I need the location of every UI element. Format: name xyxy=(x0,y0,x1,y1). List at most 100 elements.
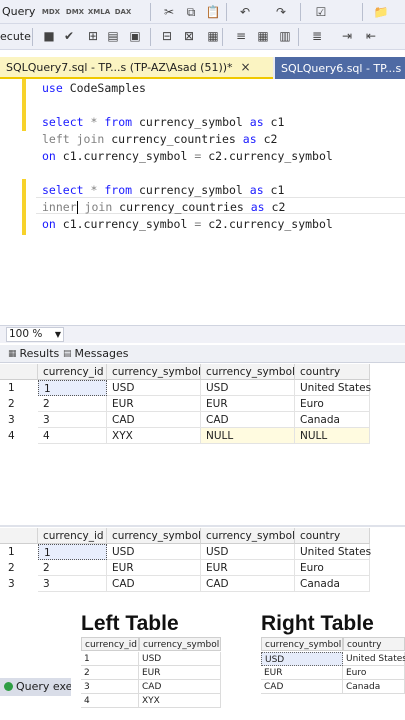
table-row[interactable]: 3 3 CAD CAD Canada xyxy=(0,576,370,592)
results-tabs: ▦ Results ▤ Messages xyxy=(0,345,405,363)
grid-cell[interactable]: 1 xyxy=(38,380,107,396)
intellisense-icon[interactable]: ▣ xyxy=(126,27,144,45)
results-to-text-icon[interactable]: ≡ xyxy=(232,27,250,45)
row-number[interactable]: 1 xyxy=(4,380,34,396)
grid-cell[interactable]: Canada xyxy=(295,412,370,428)
dmx-query-icon[interactable]: DMX xyxy=(66,3,84,21)
folder-icon[interactable]: 📁 xyxy=(372,3,390,21)
mini-column-header: currency_symbol xyxy=(139,637,221,651)
grid-cell[interactable]: 3 xyxy=(38,576,107,592)
close-tab-icon[interactable]: × xyxy=(241,60,251,74)
grid-cell[interactable]: CAD xyxy=(201,576,295,592)
tab-messages[interactable]: ▤ Messages xyxy=(63,347,128,360)
zoom-select[interactable]: 100 % ▼ xyxy=(6,327,64,342)
paste-icon[interactable]: 📋 xyxy=(204,3,222,21)
grid-cell[interactable]: Euro xyxy=(295,560,370,576)
grid-cell[interactable]: CAD xyxy=(201,412,295,428)
grid-cell[interactable]: NULL xyxy=(295,428,370,444)
query-designer-icon[interactable]: ▤ xyxy=(104,27,122,45)
grid-cell[interactable]: 4 xyxy=(38,428,107,444)
grid-cell[interactable]: 2 xyxy=(38,396,107,412)
grid-cell[interactable]: CAD xyxy=(107,576,201,592)
live-stats-icon[interactable]: ⊠ xyxy=(180,27,198,45)
mini-cell: EUR xyxy=(261,666,343,680)
grid-cell[interactable]: EUR xyxy=(107,396,201,412)
row-number[interactable]: 4 xyxy=(4,428,34,444)
xmla-query-icon[interactable]: XMLA xyxy=(88,3,110,21)
grid-corner[interactable] xyxy=(0,364,38,380)
grid-splitter[interactable] xyxy=(0,525,405,527)
tab-sqlquery7[interactable]: SQLQuery7.sql - TP...s (TP-AZ\Asad (51))… xyxy=(0,57,273,79)
column-header[interactable]: currency_symbol xyxy=(201,364,295,380)
toolbar-separator xyxy=(32,28,33,46)
tab-sqlquery6[interactable]: SQLQuery6.sql - TP...s (TP- xyxy=(275,57,405,79)
table-row[interactable]: 1 1 USD USD United States xyxy=(0,544,371,560)
code-line: select * from currency_symbol as c1 xyxy=(42,183,284,197)
query-editor[interactable]: use CodeSamples select * from currency_sy… xyxy=(0,79,405,325)
results-to-file-icon[interactable]: ▥ xyxy=(276,27,294,45)
execute-button[interactable]: ecute xyxy=(0,30,31,43)
grid-cell[interactable]: NULL xyxy=(201,428,295,444)
column-header[interactable]: currency_symbol xyxy=(201,528,295,544)
code-line: inner join currency_countries as c2 xyxy=(42,200,285,214)
grid-cell[interactable]: USD xyxy=(107,380,201,396)
copy-icon[interactable]: ⧉ xyxy=(182,3,200,21)
table-row[interactable]: 2 2 EUR EUR Euro xyxy=(0,560,370,576)
column-header[interactable]: currency_id xyxy=(38,364,107,380)
document-tabs: SQLQuery7.sql - TP...s (TP-AZ\Asad (51))… xyxy=(0,57,405,79)
column-header[interactable]: currency_id xyxy=(38,528,107,544)
column-header[interactable]: currency_symbol xyxy=(107,528,201,544)
column-header[interactable]: country xyxy=(295,528,370,544)
table-row[interactable]: 4 4 XYX NULL NULL xyxy=(0,428,370,444)
undo-icon[interactable]: ↶ xyxy=(236,3,254,21)
toolbar-separator xyxy=(300,3,301,21)
grid-cell[interactable]: 3 xyxy=(38,412,107,428)
grid-cell[interactable]: 1 xyxy=(38,544,107,560)
grid-cell[interactable]: 2 xyxy=(38,560,107,576)
grid-cell[interactable]: EUR xyxy=(201,560,295,576)
table-row[interactable]: 1 1 USD USD United States xyxy=(0,380,371,396)
grid-cell[interactable]: United States xyxy=(295,544,371,560)
code-token: c1.currency_symbol xyxy=(55,149,195,163)
grid-cell[interactable]: CAD xyxy=(107,412,201,428)
estimated-plan-icon[interactable]: ⊞ xyxy=(84,27,102,45)
row-number[interactable]: 2 xyxy=(4,560,34,576)
row-number[interactable]: 3 xyxy=(4,576,34,592)
sql-keyword: on xyxy=(42,217,56,231)
mdx-query-icon[interactable]: MDX xyxy=(42,3,60,21)
parse-check-icon[interactable]: ✔ xyxy=(60,27,78,45)
row-number[interactable]: 2 xyxy=(4,396,34,412)
toolbar-separator xyxy=(226,3,227,21)
outdent-icon[interactable]: ⇤ xyxy=(362,27,380,45)
code-token: currency_countries xyxy=(112,200,251,214)
grid-cell[interactable]: USD xyxy=(201,380,295,396)
column-header[interactable]: country xyxy=(295,364,370,380)
redo-icon[interactable]: ↷ xyxy=(272,3,290,21)
query-menu-label[interactable]: Query xyxy=(2,5,35,18)
table-row[interactable]: 3 3 CAD CAD Canada xyxy=(0,412,370,428)
row-number[interactable]: 1 xyxy=(4,544,34,560)
toggle-panel-icon[interactable]: ☑ xyxy=(312,3,330,21)
include-plan-icon[interactable]: ⊟ xyxy=(158,27,176,45)
column-header[interactable]: currency_symbol xyxy=(107,364,201,380)
indent-icon[interactable]: ⇥ xyxy=(338,27,356,45)
grid-cell[interactable]: USD xyxy=(201,544,295,560)
results-to-grid-icon[interactable]: ▦ xyxy=(254,27,272,45)
grid-cell[interactable]: Euro xyxy=(295,396,370,412)
mini-cell: EUR xyxy=(139,666,221,680)
tab-results[interactable]: ▦ Results xyxy=(8,347,59,360)
grid-cell[interactable]: United States xyxy=(295,380,371,396)
table-row[interactable]: 2 2 EUR EUR Euro xyxy=(0,396,370,412)
dax-query-icon[interactable]: DAX xyxy=(114,3,132,21)
grid-cell[interactable]: EUR xyxy=(201,396,295,412)
grid-cell[interactable]: Canada xyxy=(295,576,370,592)
comment-icon[interactable]: ≣ xyxy=(308,27,326,45)
grid-cell[interactable]: USD xyxy=(107,544,201,560)
row-number[interactable]: 3 xyxy=(4,412,34,428)
stop-icon[interactable]: ■ xyxy=(40,27,58,45)
grid-cell[interactable]: EUR xyxy=(107,560,201,576)
grid-cell[interactable]: XYX xyxy=(107,428,201,444)
client-stats-icon[interactable]: ▦ xyxy=(204,27,222,45)
cut-icon[interactable]: ✂ xyxy=(160,3,178,21)
grid-corner[interactable] xyxy=(0,528,38,544)
